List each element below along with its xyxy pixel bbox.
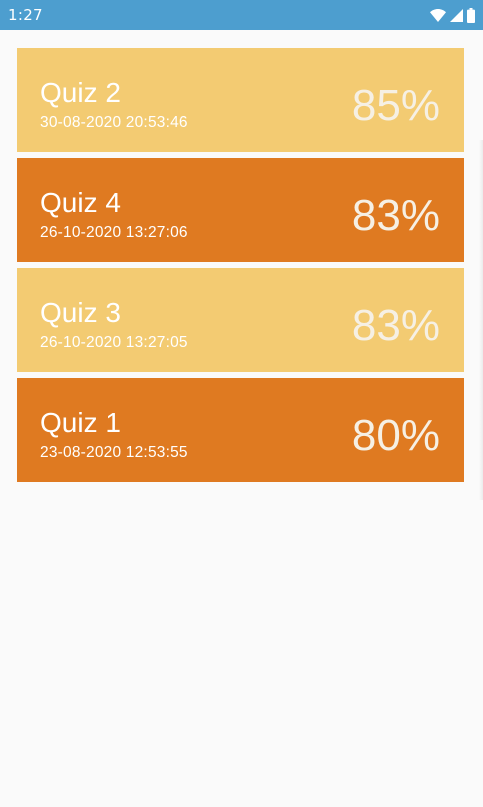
quiz-score: 80% (351, 411, 440, 460)
quiz-title: Quiz 3 (40, 297, 121, 328)
quiz-date: 30-08-2020 20:53:46 (40, 114, 188, 131)
quiz-result-card[interactable]: Quiz 3 26-10-2020 13:27:05 83% (17, 268, 464, 372)
quiz-result-card[interactable]: Quiz 1 23-08-2020 12:53:55 80% (17, 378, 464, 482)
status-bar: 1:27 (0, 0, 483, 30)
wifi-icon (430, 8, 446, 22)
quiz-date: 26-10-2020 13:27:06 (40, 224, 188, 241)
quiz-result-card[interactable]: Quiz 4 26-10-2020 13:27:06 83% (17, 158, 464, 262)
quiz-score: 85% (351, 81, 440, 130)
status-time: 1:27 (8, 6, 43, 24)
quiz-score: 83% (351, 191, 440, 240)
quiz-results-list: Quiz 2 30-08-2020 20:53:46 85% Quiz 4 26… (17, 48, 464, 488)
status-icons (430, 7, 475, 23)
battery-icon (467, 7, 475, 23)
edge-shadow (479, 140, 483, 500)
quiz-date: 26-10-2020 13:27:05 (40, 334, 188, 351)
quiz-title: Quiz 2 (40, 77, 121, 108)
quiz-date: 23-08-2020 12:53:55 (40, 444, 188, 461)
signal-icon (450, 8, 463, 22)
quiz-title: Quiz 4 (40, 187, 121, 218)
quiz-result-card[interactable]: Quiz 2 30-08-2020 20:53:46 85% (17, 48, 464, 152)
quiz-score: 83% (351, 301, 440, 350)
quiz-title: Quiz 1 (40, 407, 121, 438)
